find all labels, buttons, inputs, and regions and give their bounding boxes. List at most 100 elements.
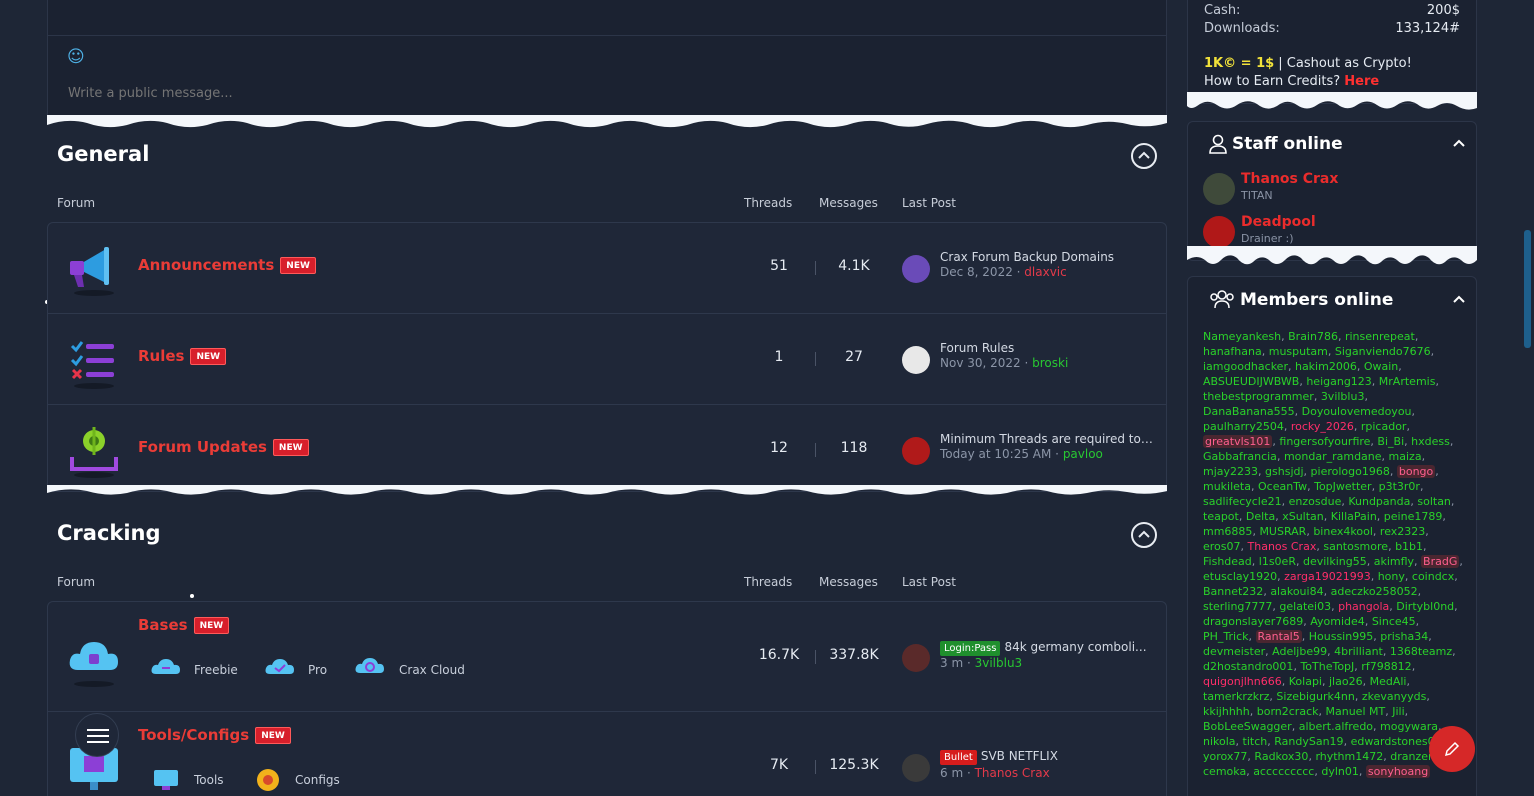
online-member-link[interactable]: TopJwetter bbox=[1314, 480, 1372, 493]
online-member-link[interactable]: quigonjlhn666 bbox=[1203, 675, 1282, 688]
subforum-link[interactable]: Freebie bbox=[194, 663, 238, 677]
avatar[interactable] bbox=[1203, 173, 1235, 205]
forum-node-tools-configs[interactable]: Tools/Configs NEW Tools Configs 7K 125.3K… bbox=[47, 711, 1167, 796]
earn-credits-link[interactable]: Here bbox=[1344, 74, 1379, 89]
online-member-link[interactable]: teapot bbox=[1203, 510, 1239, 523]
online-member-link[interactable]: hanafhana bbox=[1203, 345, 1262, 358]
online-member-link[interactable]: RandySan19 bbox=[1274, 735, 1343, 748]
online-member-link[interactable]: Manuel MT bbox=[1326, 705, 1386, 718]
online-member-link[interactable]: rocky_2026 bbox=[1291, 420, 1354, 433]
online-member-link[interactable]: MrArtemis bbox=[1379, 375, 1436, 388]
forum-title-rules[interactable]: Rules NEW bbox=[138, 347, 227, 365]
online-member-link[interactable]: Ayomide4 bbox=[1310, 615, 1365, 628]
online-member-link[interactable]: Brain786 bbox=[1288, 330, 1338, 343]
online-member-link[interactable]: devmeister bbox=[1203, 645, 1265, 658]
online-member-link[interactable]: tamerkrzkrz bbox=[1203, 690, 1269, 703]
last-post-user[interactable]: Thanos Crax bbox=[975, 766, 1050, 780]
forum-node-forum-updates[interactable]: Forum Updates NEW 12 118 Minimum Threads … bbox=[47, 404, 1167, 492]
online-member-link[interactable]: gshsjdj bbox=[1265, 465, 1304, 478]
online-member-link[interactable]: Thanos Crax bbox=[1248, 540, 1317, 553]
avatar[interactable] bbox=[902, 754, 930, 782]
online-member-link[interactable]: kkijhhhh bbox=[1203, 705, 1250, 718]
online-member-link[interactable]: hxdess bbox=[1411, 435, 1450, 448]
online-member-link[interactable]: binex4kool bbox=[1313, 525, 1373, 538]
online-member-link[interactable]: 3vilblu3 bbox=[1321, 390, 1365, 403]
online-member-link[interactable]: jlao26 bbox=[1329, 675, 1363, 688]
online-member-link[interactable]: Bi_Bi bbox=[1377, 435, 1404, 448]
public-message-input[interactable] bbox=[68, 86, 668, 101]
subforum-link[interactable]: Configs bbox=[295, 773, 340, 787]
online-member-link[interactable]: Fishdead bbox=[1203, 555, 1252, 568]
online-member-link[interactable]: PH_Trick bbox=[1203, 630, 1249, 643]
online-member-link[interactable]: etusclay1920 bbox=[1203, 570, 1277, 583]
online-member-link[interactable]: MedAli bbox=[1370, 675, 1407, 688]
avatar[interactable] bbox=[902, 255, 930, 283]
online-member-link[interactable]: Owain bbox=[1364, 360, 1398, 373]
online-member-link[interactable]: l1s0eR bbox=[1259, 555, 1296, 568]
online-member-link[interactable]: Bannet232 bbox=[1203, 585, 1263, 598]
online-member-link[interactable]: Delta bbox=[1246, 510, 1275, 523]
online-member-link[interactable]: greatvls101 bbox=[1203, 435, 1273, 448]
online-member-link[interactable]: mm6885 bbox=[1203, 525, 1252, 538]
forum-node-announcements[interactable]: Announcements NEW 51 4.1K Crax Forum Back… bbox=[47, 222, 1167, 314]
last-post-title[interactable]: Minimum Threads are required to re... bbox=[940, 432, 1155, 446]
forum-title-tools-configs[interactable]: Tools/Configs NEW bbox=[138, 726, 291, 744]
collapse-cracking-button[interactable] bbox=[1131, 522, 1157, 548]
online-member-link[interactable]: pierologo1968 bbox=[1311, 465, 1390, 478]
online-member-link[interactable]: hony bbox=[1378, 570, 1405, 583]
staff-online-title[interactable]: Staff online bbox=[1232, 134, 1343, 154]
online-member-link[interactable]: soltan bbox=[1417, 495, 1451, 508]
online-member-link[interactable]: edwardstones00 bbox=[1351, 735, 1442, 748]
online-member-link[interactable]: Since45 bbox=[1372, 615, 1416, 628]
last-post-title-text[interactable]: SVB NETFLIX bbox=[981, 749, 1058, 763]
staff-member-name[interactable]: Thanos Crax bbox=[1241, 171, 1338, 187]
online-member-link[interactable]: ABSUEUDIJWBWB bbox=[1203, 375, 1299, 388]
online-member-link[interactable]: mogywara bbox=[1380, 720, 1438, 733]
online-member-link[interactable]: Siganviendo7676 bbox=[1335, 345, 1431, 358]
online-member-link[interactable]: hakim2006 bbox=[1295, 360, 1357, 373]
subforum-link[interactable]: Crax Cloud bbox=[399, 663, 465, 677]
online-member-link[interactable]: rf798812 bbox=[1361, 660, 1411, 673]
online-member-link[interactable]: Kolapi bbox=[1289, 675, 1322, 688]
online-member-link[interactable]: paulharry2504 bbox=[1203, 420, 1284, 433]
forum-title-bases[interactable]: Bases NEW bbox=[138, 616, 230, 634]
last-post-user[interactable]: broski bbox=[1032, 356, 1068, 370]
online-member-link[interactable]: enzosdue bbox=[1289, 495, 1342, 508]
scrollbar[interactable] bbox=[1524, 230, 1531, 348]
forum-title-text[interactable]: Tools/Configs bbox=[138, 726, 249, 744]
online-member-link[interactable]: cemoka bbox=[1203, 765, 1246, 778]
online-member-link[interactable]: sonyhoang bbox=[1365, 765, 1431, 778]
online-member-link[interactable]: rhythm1472 bbox=[1315, 750, 1383, 763]
online-member-link[interactable]: coindcx bbox=[1412, 570, 1454, 583]
last-post-user[interactable]: dlaxvic bbox=[1024, 265, 1066, 279]
online-member-link[interactable]: zkevanyyds bbox=[1362, 690, 1426, 703]
online-member-link[interactable]: albert.alfredo bbox=[1299, 720, 1373, 733]
online-member-link[interactable]: maiza bbox=[1389, 450, 1422, 463]
online-member-link[interactable]: MUSRAR bbox=[1259, 525, 1306, 538]
online-member-link[interactable]: d2hostandro001 bbox=[1203, 660, 1293, 673]
online-member-link[interactable]: iamgoodhacker bbox=[1203, 360, 1288, 373]
avatar[interactable] bbox=[902, 437, 930, 465]
forum-title-forum-updates[interactable]: Forum Updates NEW bbox=[138, 438, 309, 456]
last-post-title-text[interactable]: 84k germany comboli... bbox=[1004, 640, 1146, 654]
online-member-link[interactable]: Jili bbox=[1392, 705, 1404, 718]
online-member-link[interactable]: akimfly bbox=[1374, 555, 1414, 568]
online-member-link[interactable]: 1368teamz bbox=[1390, 645, 1452, 658]
collapse-general-button[interactable] bbox=[1131, 143, 1157, 169]
new-post-button[interactable] bbox=[1429, 726, 1475, 772]
section-title-general[interactable]: General bbox=[57, 142, 149, 166]
forum-title-text[interactable]: Announcements bbox=[138, 256, 274, 274]
online-member-link[interactable]: zarga19021993 bbox=[1284, 570, 1371, 583]
subforum-link[interactable]: Tools bbox=[194, 773, 224, 787]
online-member-link[interactable]: titch bbox=[1243, 735, 1268, 748]
subforum-link[interactable]: Pro bbox=[308, 663, 327, 677]
online-member-link[interactable]: born2crack bbox=[1257, 705, 1319, 718]
online-member-link[interactable]: Doyoulovemedoyou bbox=[1302, 405, 1412, 418]
online-member-link[interactable]: b1b1 bbox=[1395, 540, 1423, 553]
forum-title-announcements[interactable]: Announcements NEW bbox=[138, 256, 316, 274]
forum-title-text[interactable]: Forum Updates bbox=[138, 438, 267, 456]
online-member-link[interactable]: rinsenrepeat bbox=[1345, 330, 1415, 343]
online-member-link[interactable]: heigang123 bbox=[1306, 375, 1371, 388]
online-member-link[interactable]: Nameyankesh bbox=[1203, 330, 1281, 343]
forum-node-bases[interactable]: Bases NEW Freebie Pro Crax Cloud 16.7K 33… bbox=[47, 601, 1167, 712]
